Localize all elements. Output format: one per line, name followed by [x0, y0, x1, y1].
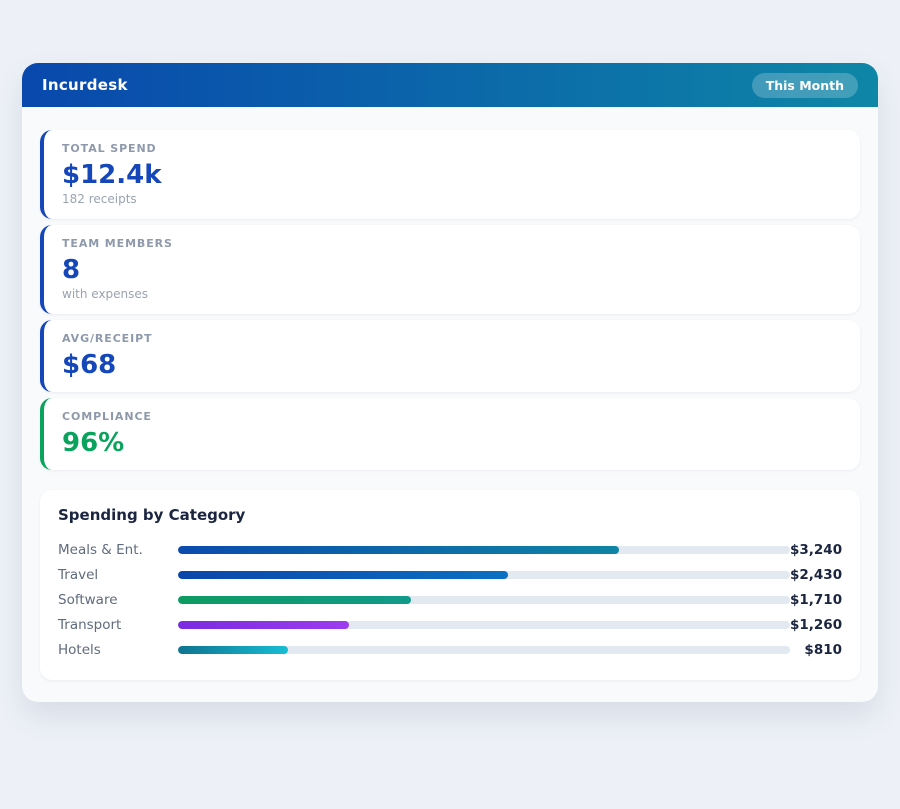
stat-value: $12.4k	[62, 160, 842, 190]
category-row-transport: Transport $1,260	[58, 612, 842, 637]
category-row-hotels: Hotels $810	[58, 637, 842, 662]
spending-by-category-card: Spending by Category Meals & Ent. $3,240…	[40, 490, 860, 680]
category-row-travel: Travel $2,430	[58, 562, 842, 587]
bar-track	[178, 571, 790, 579]
stat-value: 96%	[62, 428, 842, 458]
category-row-software: Software $1,710	[58, 587, 842, 612]
bar-fill	[178, 546, 619, 554]
bar-track	[178, 646, 790, 654]
bar-track	[178, 546, 790, 554]
category-value: $1,260	[790, 617, 842, 633]
stat-value: $68	[62, 350, 842, 380]
stat-value: 8	[62, 255, 842, 285]
bar-fill	[178, 646, 288, 654]
bar-fill	[178, 571, 508, 579]
bar-track	[178, 596, 790, 604]
app-title: Incurdesk	[42, 76, 128, 94]
stat-card-total-spend: TOTAL SPEND $12.4k 182 receipts	[40, 130, 860, 219]
category-value: $3,240	[790, 542, 842, 558]
app-header: Incurdesk This Month	[22, 63, 878, 107]
panel-body: TOTAL SPEND $12.4k 182 receipts TEAM MEM…	[22, 107, 878, 702]
period-badge[interactable]: This Month	[752, 73, 858, 98]
chart-title: Spending by Category	[58, 506, 842, 525]
stat-subtext: 182 receipts	[62, 192, 842, 207]
category-value: $810	[790, 642, 842, 658]
stat-label: TEAM MEMBERS	[62, 237, 842, 251]
category-label: Software	[58, 592, 178, 608]
stat-label: TOTAL SPEND	[62, 142, 842, 156]
category-value: $1,710	[790, 592, 842, 608]
category-row-meals: Meals & Ent. $3,240	[58, 537, 842, 562]
stat-card-avg-receipt: AVG/RECEIPT $68	[40, 320, 860, 392]
stat-label: AVG/RECEIPT	[62, 332, 842, 346]
category-label: Hotels	[58, 642, 178, 658]
bar-fill	[178, 621, 349, 629]
dashboard-panel: Incurdesk This Month TOTAL SPEND $12.4k …	[22, 63, 878, 702]
stat-label: COMPLIANCE	[62, 410, 842, 424]
stat-card-team-members: TEAM MEMBERS 8 with expenses	[40, 225, 860, 314]
category-label: Travel	[58, 567, 178, 583]
stat-subtext: with expenses	[62, 287, 842, 302]
category-label: Meals & Ent.	[58, 542, 178, 558]
bar-track	[178, 621, 790, 629]
category-value: $2,430	[790, 567, 842, 583]
category-label: Transport	[58, 617, 178, 633]
bar-fill	[178, 596, 411, 604]
stat-card-compliance: COMPLIANCE 96%	[40, 398, 860, 470]
